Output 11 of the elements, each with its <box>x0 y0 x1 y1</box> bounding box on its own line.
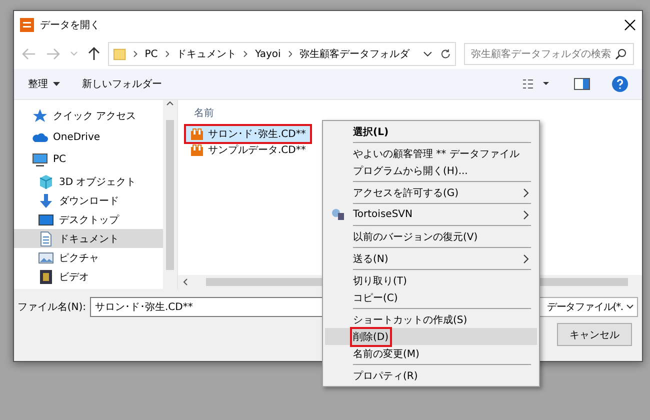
sidebar-label: クイック アクセス <box>53 110 136 122</box>
sidebar-label: PC <box>53 154 66 165</box>
sidebar-label: デスクトップ <box>59 214 119 226</box>
sidebar-label: ビデオ <box>59 270 89 284</box>
sidebar-label: ピクチャ <box>59 252 99 264</box>
sidebar-label: ダウンロード <box>59 194 119 208</box>
sidebar-label: ドキュメント <box>59 232 119 246</box>
sidebar-label: OneDrive <box>53 132 100 143</box>
window-title: データを開く <box>40 19 101 32</box>
filename-label: ファイル名(N): <box>17 301 86 314</box>
sidebar-label: 3D オブジェクト <box>59 176 136 188</box>
